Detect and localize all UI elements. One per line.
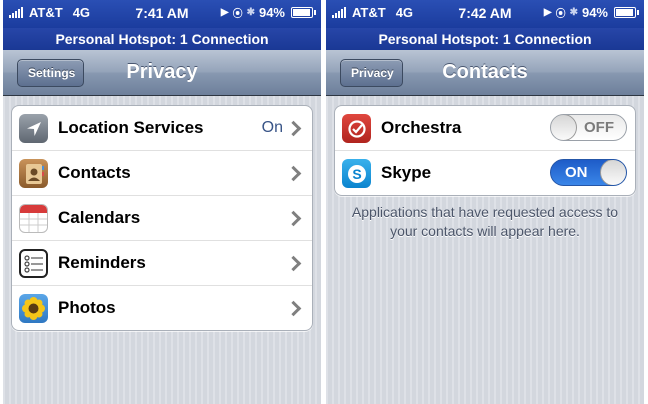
calendar-icon: [19, 204, 48, 233]
list-item-photos[interactable]: Photos: [12, 285, 312, 330]
orientation-lock-icon: ⦿: [555, 9, 566, 20]
reminders-list-icon: [19, 249, 48, 278]
bluetooth-icon: ✱: [246, 7, 255, 18]
toggle-state: OFF: [584, 119, 614, 136]
privacy-screen: AT&T 4G 7:41 AM ▶ ⦿ ✱ 94% Personal Hotsp…: [3, 0, 321, 404]
toggle-knob: [600, 160, 626, 185]
orchestra-app-icon: [342, 114, 371, 143]
row-label: Location Services: [58, 118, 204, 137]
list-item-contacts[interactable]: Contacts: [12, 150, 312, 195]
privacy-list: Location Services On Contacts Calendars …: [11, 105, 313, 331]
svg-text:S: S: [352, 166, 361, 182]
access-footer-note: Applications that have requested access …: [351, 204, 619, 239]
location-arrow-status-icon: ▶: [220, 7, 229, 18]
sunflower-photos-icon: [19, 294, 48, 323]
battery-icon: [614, 7, 639, 18]
row-label: Calendars: [58, 208, 141, 227]
chevron-right-icon: [285, 255, 302, 272]
status-bar: AT&T 4G 7:42 AM ▶ ⦿ ✱ 94%: [326, 0, 644, 28]
page-title: Contacts: [442, 61, 528, 83]
location-arrow-status-icon: ▶: [543, 7, 552, 18]
skype-app-icon: S: [342, 159, 371, 188]
list-item-calendars[interactable]: Calendars: [12, 195, 312, 240]
page-title: Privacy: [126, 61, 198, 83]
nav-bar: Settings Privacy: [3, 50, 321, 96]
skype-access-toggle[interactable]: ON: [550, 159, 627, 186]
battery-icon: [291, 7, 316, 18]
list-item-orchestra: Orchestra OFF: [335, 106, 635, 150]
list-item-skype: S Skype ON: [335, 150, 635, 195]
toggle-state: ON: [565, 164, 588, 181]
orchestra-access-toggle[interactable]: OFF: [550, 114, 627, 141]
chevron-right-icon: [285, 120, 302, 137]
location-arrow-icon: [19, 114, 48, 143]
battery-percent: 94%: [581, 5, 608, 20]
orientation-lock-icon: ⦿: [232, 9, 243, 20]
app-access-list: Orchestra OFF S Skype ON: [334, 105, 636, 196]
chevron-right-icon: [285, 165, 302, 182]
chevron-right-icon: [285, 210, 302, 227]
contacts-book-icon: [19, 159, 48, 188]
row-label: Photos: [58, 298, 116, 317]
nav-bar: Privacy Contacts: [326, 50, 644, 96]
row-label: Contacts: [58, 163, 131, 182]
hotspot-banner[interactable]: Personal Hotspot: 1 Connection: [3, 28, 321, 50]
row-value: On: [261, 119, 283, 136]
battery-percent: 94%: [258, 5, 285, 20]
status-bar: AT&T 4G 7:41 AM ▶ ⦿ ✱ 94%: [3, 0, 321, 28]
list-item-reminders[interactable]: Reminders: [12, 240, 312, 285]
hotspot-banner[interactable]: Personal Hotspot: 1 Connection: [326, 28, 644, 50]
list-item-location-services[interactable]: Location Services On: [12, 106, 312, 150]
chevron-right-icon: [285, 300, 302, 317]
contacts-privacy-screen: AT&T 4G 7:42 AM ▶ ⦿ ✱ 94% Personal Hotsp…: [326, 0, 644, 404]
bluetooth-icon: ✱: [569, 7, 578, 18]
row-label: Orchestra: [381, 118, 462, 137]
toggle-knob: [551, 115, 577, 140]
row-label: Reminders: [58, 253, 146, 272]
row-label: Skype: [381, 163, 432, 182]
